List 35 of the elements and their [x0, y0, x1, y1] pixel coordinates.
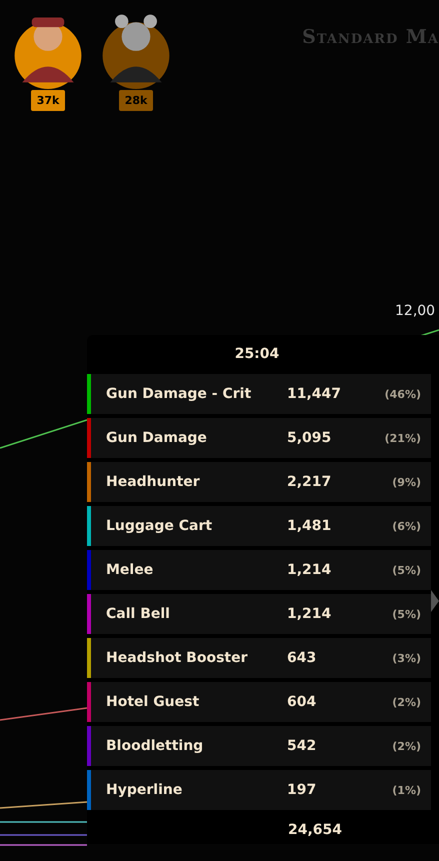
damage-percent: (1%): [392, 784, 421, 796]
damage-value: 1,481: [287, 518, 332, 534]
axis-label: 12,00: [395, 303, 436, 319]
score-badge: 37k: [30, 90, 66, 111]
damage-value: 11,447: [287, 386, 342, 402]
damage-percent: (3%): [392, 652, 421, 664]
damage-percent: (2%): [392, 696, 421, 708]
damage-value: 2,217: [287, 474, 332, 490]
source-label: Hyperline: [106, 782, 184, 798]
damage-percent: (5%): [392, 564, 421, 576]
damage-value: 643: [287, 650, 318, 666]
damage-value: 1,214: [287, 606, 332, 622]
source-label: Headshot Booster: [106, 650, 248, 666]
damage-percent: (21%): [384, 432, 421, 444]
damage-percent: (9%): [392, 476, 421, 488]
damage-value: 542: [287, 738, 318, 754]
source-label: Gun Damage: [106, 430, 208, 446]
damage-value: 1,214: [287, 562, 332, 578]
score-badge: 28k: [118, 90, 154, 111]
damage-percent: (2%): [392, 740, 421, 752]
source-label: Call Bell: [106, 606, 171, 622]
source-label: Luggage Cart: [106, 518, 214, 534]
tooltip-time: 25:04: [234, 345, 280, 364]
source-label: Gun Damage - Crit: [106, 386, 252, 402]
source-label: Bloodletting: [106, 738, 204, 754]
damage-value: 604: [287, 694, 318, 710]
source-label: Melee: [106, 562, 154, 578]
damage-value: 197: [287, 782, 318, 798]
damage-value: 5,095: [287, 430, 332, 446]
total-value: 24,654: [288, 822, 342, 838]
damage-percent: (46%): [384, 388, 421, 400]
damage-percent: (5%): [392, 608, 421, 620]
source-label: Hotel Guest: [106, 694, 200, 710]
source-label: Headhunter: [106, 474, 201, 490]
damage-percent: (6%): [392, 520, 421, 532]
